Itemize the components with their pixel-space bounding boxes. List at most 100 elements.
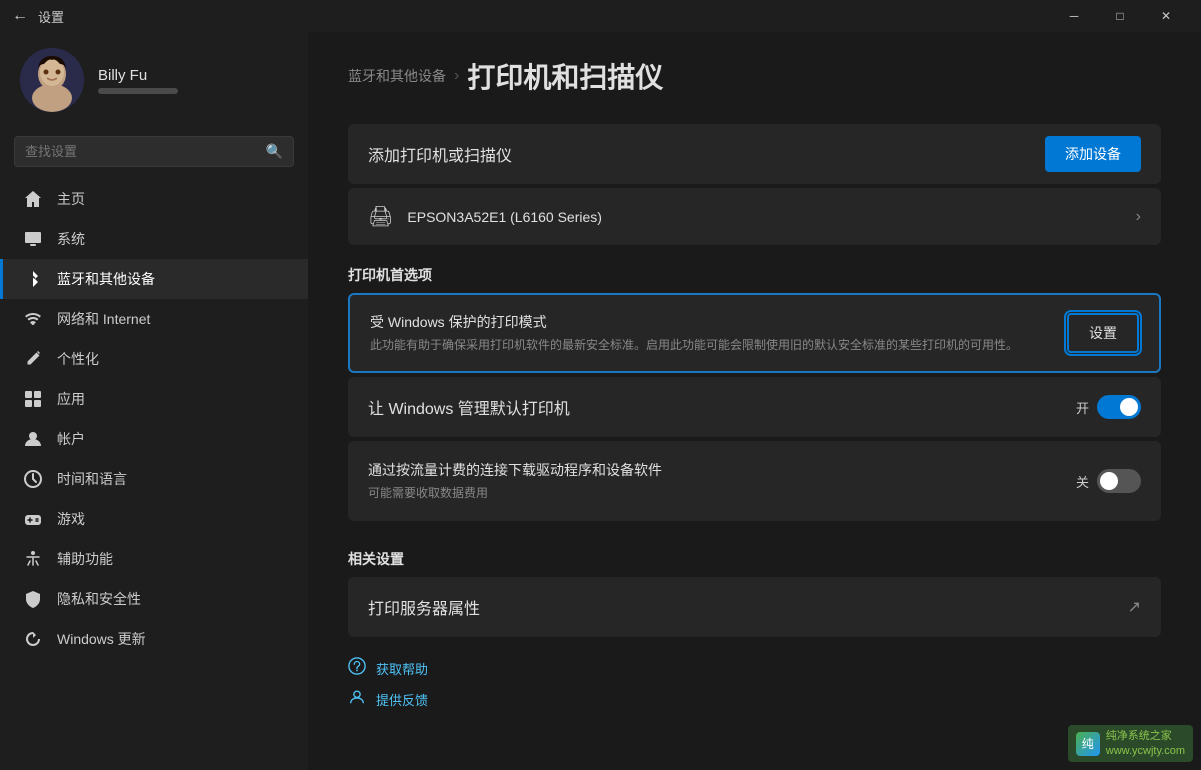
sidebar-item-network[interactable]: 网络和 Internet [0, 299, 308, 339]
network-icon [23, 309, 43, 329]
protected-mode-settings-button[interactable]: 设置 [1067, 313, 1139, 353]
add-printer-text: 添加打印机或扫描仪 [368, 148, 512, 165]
sidebar-item-bluetooth[interactable]: 蓝牙和其他设备 [0, 259, 308, 299]
print-server-content: 打印服务器属性 [368, 595, 1128, 619]
accounts-icon [23, 429, 43, 449]
sidebar-item-label: 帐户 [57, 429, 85, 449]
add-device-action: 添加设备 [1045, 136, 1141, 172]
sidebar-item-gaming[interactable]: 游戏 [0, 499, 308, 539]
sidebar-item-label: 游戏 [57, 509, 85, 529]
sidebar-item-apps[interactable]: 应用 [0, 379, 308, 419]
help-link-label: 获取帮助 [376, 659, 428, 678]
gaming-icon [23, 509, 43, 529]
avatar [20, 48, 84, 112]
sidebar-item-system[interactable]: 系统 [0, 219, 308, 259]
help-link-icon [348, 657, 366, 680]
watermark-text: 纯净系统之家 www.ycwjty.com [1106, 729, 1185, 758]
add-printer-label: 添加打印机或扫描仪 [368, 142, 1045, 166]
metered-connection-row: 通过按流量计费的连接下载驱动程序和设备软件 可能需要收取数据费用 关 [348, 441, 1161, 521]
update-icon [23, 629, 43, 649]
bluetooth-icon [23, 269, 43, 289]
sidebar-item-label: 蓝牙和其他设备 [57, 269, 155, 289]
sidebar-item-privacy[interactable]: 隐私和安全性 [0, 579, 308, 619]
search-container: 🔍 [0, 128, 308, 179]
breadcrumb-separator: › [454, 67, 459, 85]
user-name: Billy Fu [98, 67, 178, 84]
main-container: Billy Fu 🔍 主页 系统 蓝牙和其他设备 网络和 Internet [0, 32, 1201, 770]
close-button[interactable]: ✕ [1143, 0, 1189, 32]
sidebar-item-personalization[interactable]: 个性化 [0, 339, 308, 379]
protected-mode-action: 设置 [1067, 313, 1139, 353]
watermark: 纯 纯净系统之家 www.ycwjty.com [1068, 725, 1193, 762]
manage-default-toggle[interactable] [1097, 395, 1141, 419]
bottom-link-feedback[interactable]: 提供反馈 [348, 688, 1161, 711]
search-input[interactable] [25, 144, 258, 159]
printer-options-header: 打印机首选项 [348, 249, 1161, 293]
user-profile[interactable]: Billy Fu [0, 32, 308, 128]
add-printer-row: 添加打印机或扫描仪 添加设备 [348, 124, 1161, 184]
manage-default-toggle-label: 开 [1076, 398, 1089, 417]
breadcrumb-parent[interactable]: 蓝牙和其他设备 [348, 66, 446, 86]
printer-row[interactable]: 🖨 EPSON3A52E1 (L6160 Series) › [348, 188, 1161, 245]
protected-mode-row: 受 Windows 保护的打印模式 此功能有助于确保采用打印机软件的最新安全标准… [348, 293, 1161, 373]
watermark-site: www.ycwjty.com [1106, 744, 1185, 758]
sidebar-item-label: Windows 更新 [57, 629, 146, 649]
sidebar-item-label: 隐私和安全性 [57, 589, 141, 609]
related-settings-header: 相关设置 [348, 533, 1161, 577]
sidebar-item-accounts[interactable]: 帐户 [0, 419, 308, 459]
home-icon [23, 189, 43, 209]
titlebar-left: ← 设置 [12, 7, 64, 26]
watermark-name: 纯净系统之家 [1106, 729, 1185, 743]
apps-icon [23, 389, 43, 409]
user-info: Billy Fu [98, 67, 178, 94]
sidebar-item-accessibility[interactable]: 辅助功能 [0, 539, 308, 579]
sidebar-item-label: 系统 [57, 229, 85, 249]
sidebar-item-label: 时间和语言 [57, 469, 127, 489]
add-device-button[interactable]: 添加设备 [1045, 136, 1141, 172]
metered-connection-toggle-label: 关 [1076, 472, 1089, 491]
metered-connection-desc: 可能需要收取数据费用 [368, 484, 1076, 502]
bottom-link-help[interactable]: 获取帮助 [348, 657, 1161, 680]
metered-connection-title: 通过按流量计费的连接下载驱动程序和设备软件 [368, 460, 1076, 480]
toggle-thumb [1120, 398, 1138, 416]
search-icon: 🔍 [266, 143, 283, 160]
printer-chevron-icon: › [1136, 208, 1141, 226]
personalization-icon [23, 349, 43, 369]
sidebar-item-label: 应用 [57, 389, 85, 409]
content-area: 蓝牙和其他设备 › 打印机和扫描仪 添加打印机或扫描仪 添加设备 🖨 EPSON… [308, 32, 1201, 770]
search-box[interactable]: 🔍 [14, 136, 294, 167]
print-server-action: ↗ [1128, 597, 1141, 617]
maximize-button[interactable]: □ [1097, 0, 1143, 32]
sidebar: Billy Fu 🔍 主页 系统 蓝牙和其他设备 网络和 Internet [0, 32, 308, 770]
sidebar-item-label: 网络和 Internet [57, 309, 150, 329]
print-server-row[interactable]: 打印服务器属性 ↗ [348, 577, 1161, 637]
metered-connection-toggle[interactable] [1097, 469, 1141, 493]
back-button[interactable]: ← [12, 7, 28, 25]
manage-default-row: 让 Windows 管理默认打印机 开 [348, 377, 1161, 437]
sidebar-item-label: 个性化 [57, 349, 99, 369]
protected-mode-title: 受 Windows 保护的打印模式 [370, 312, 1067, 332]
printer-name: EPSON3A52E1 (L6160 Series) [407, 209, 1121, 225]
protected-mode-content: 受 Windows 保护的打印模式 此功能有助于确保采用打印机软件的最新安全标准… [370, 312, 1067, 354]
system-icon [23, 229, 43, 249]
privacy-icon [23, 589, 43, 609]
feedback-link-label: 提供反馈 [376, 690, 428, 709]
manage-default-action: 开 [1076, 395, 1141, 419]
nav-list: 主页 系统 蓝牙和其他设备 网络和 Internet 个性化 应用 帐户 时间和… [0, 179, 308, 659]
metered-connection-action: 关 [1076, 469, 1141, 493]
sidebar-item-update[interactable]: Windows 更新 [0, 619, 308, 659]
breadcrumb: 蓝牙和其他设备 › 打印机和扫描仪 [348, 56, 1161, 96]
sidebar-item-label: 辅助功能 [57, 549, 113, 569]
external-link-icon: ↗ [1128, 599, 1141, 616]
manage-default-content: 让 Windows 管理默认打印机 [368, 395, 1076, 419]
print-server-label: 打印服务器属性 [368, 601, 480, 618]
breadcrumb-current: 打印机和扫描仪 [467, 56, 663, 96]
toggle-thumb-2 [1100, 472, 1118, 490]
protected-mode-desc: 此功能有助于确保采用打印机软件的最新安全标准。启用此功能可能会限制使用旧的默认安… [370, 336, 1067, 354]
feedback-link-icon [348, 688, 366, 711]
sidebar-item-time[interactable]: 时间和语言 [0, 459, 308, 499]
sidebar-item-home[interactable]: 主页 [0, 179, 308, 219]
minimize-button[interactable]: ─ [1051, 0, 1097, 32]
time-icon [23, 469, 43, 489]
watermark-icon: 纯 [1076, 732, 1100, 756]
